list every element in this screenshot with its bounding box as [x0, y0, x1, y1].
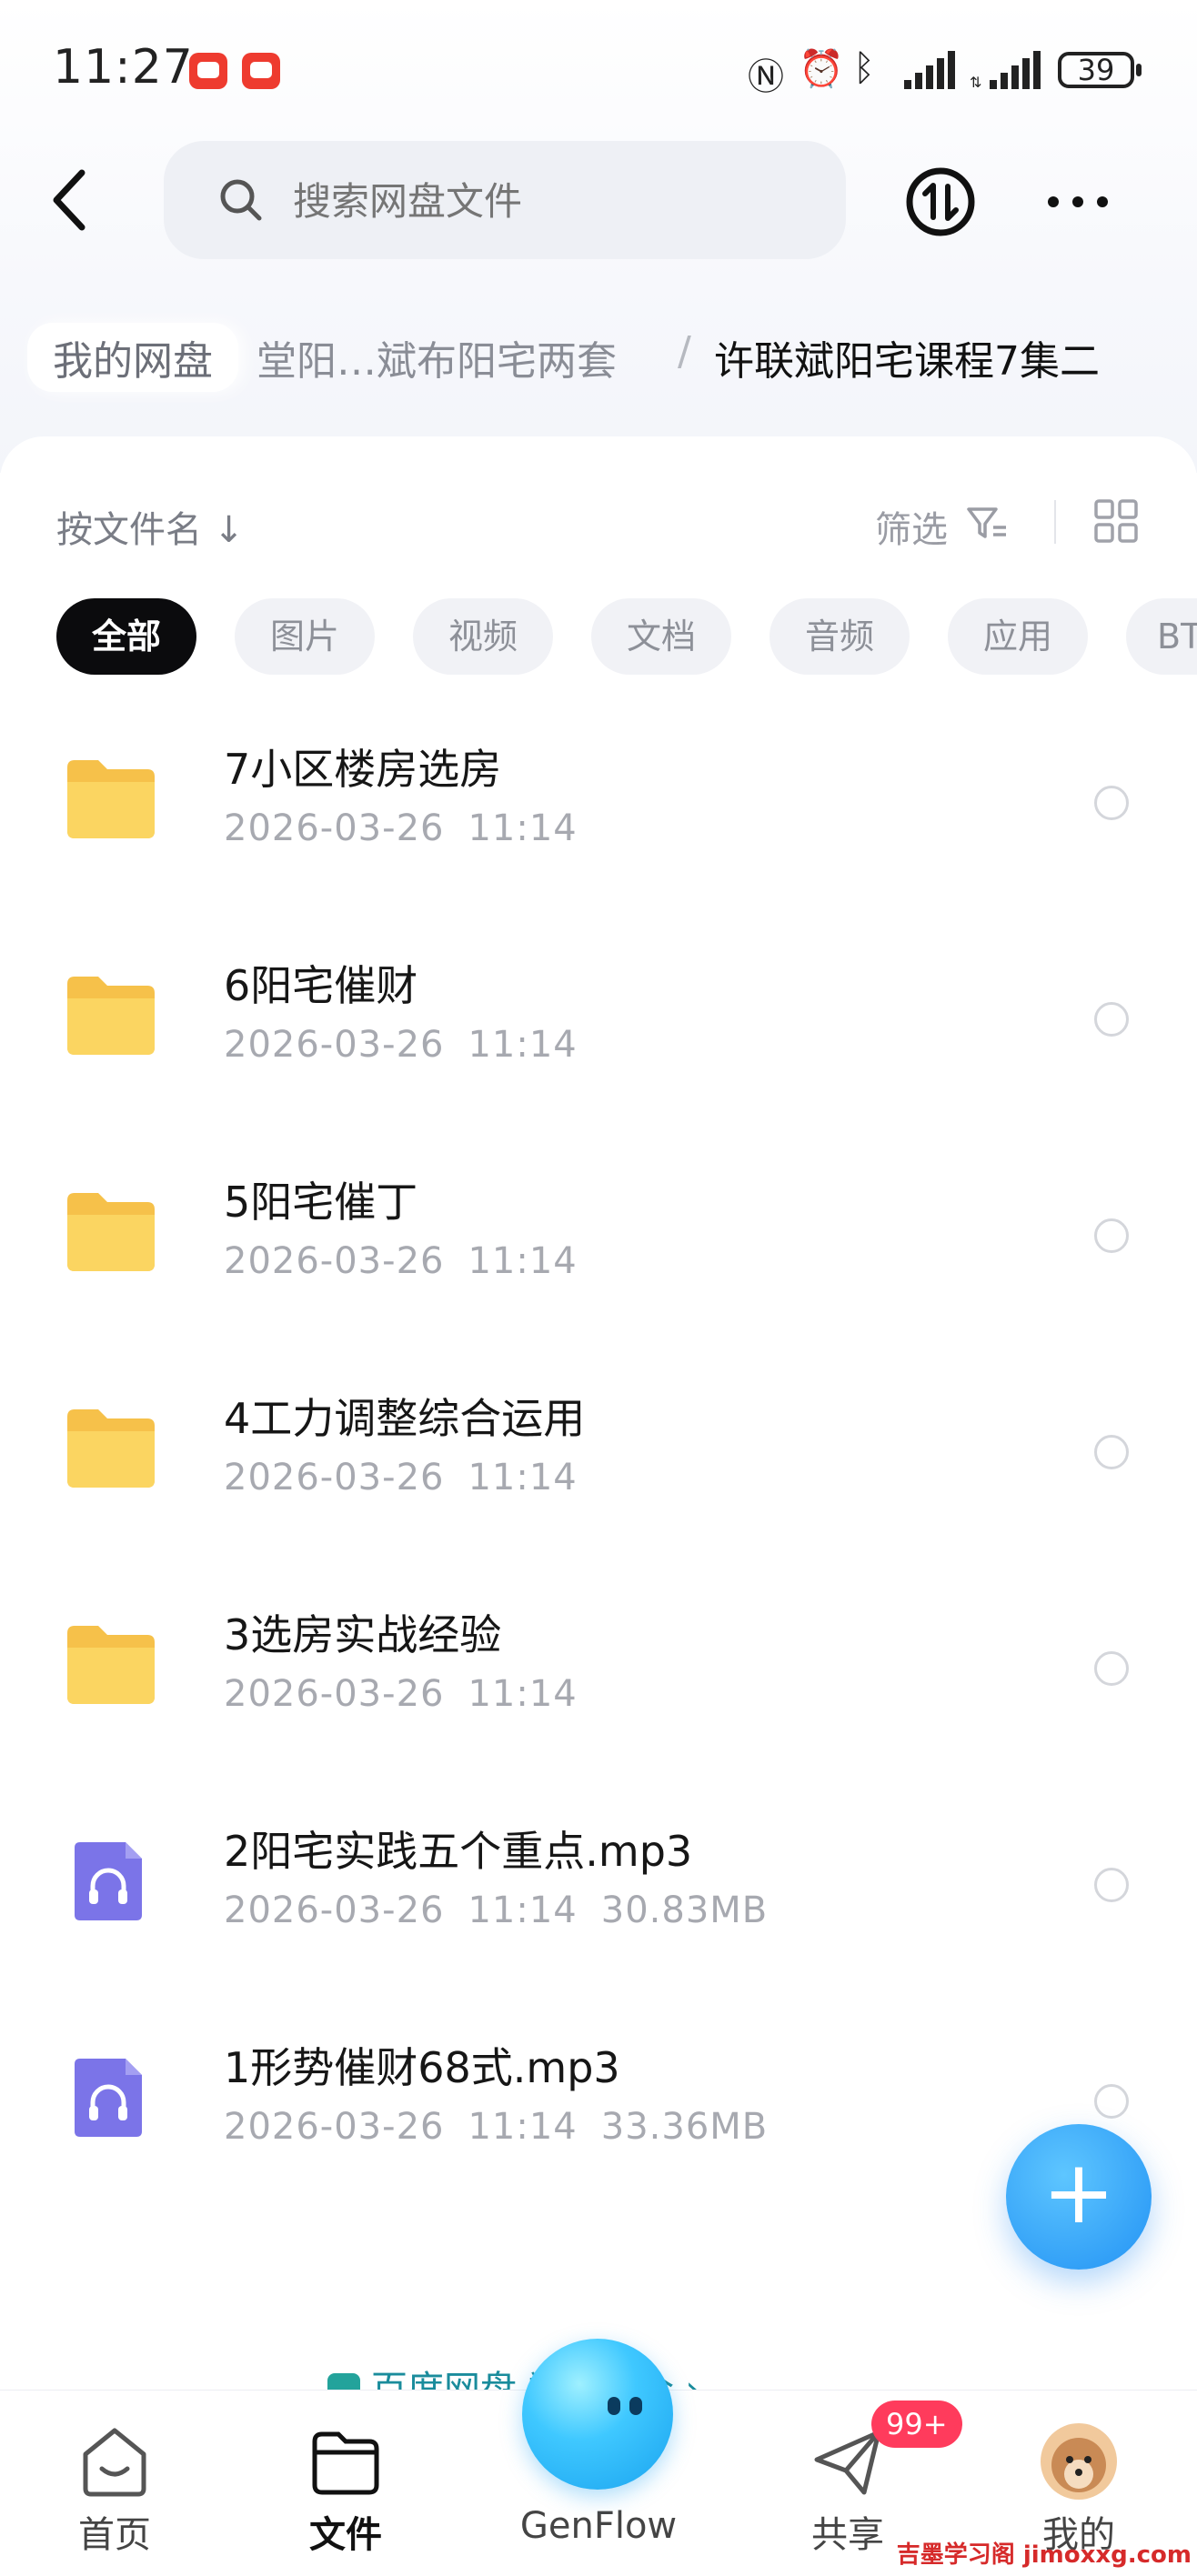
- chip-images[interactable]: 图片: [235, 598, 375, 675]
- tab-files-label: 文件: [309, 2514, 382, 2556]
- folder-icon: [64, 971, 158, 1058]
- folder-icon: [64, 1620, 158, 1708]
- bluetooth-icon: ᛒ: [853, 47, 875, 89]
- file-meta: 2026-03-26 11:14: [224, 807, 625, 849]
- file-size: 30.83MB: [600, 1889, 769, 1931]
- toolbar-divider: [1054, 500, 1056, 544]
- breadcrumb-parent[interactable]: 堂阳…斌布阳宅两套: [256, 328, 617, 386]
- file-time: 11:14: [468, 1457, 578, 1498]
- chip-videos[interactable]: 视频: [413, 598, 553, 675]
- alarm-icon: ⏰: [799, 48, 844, 90]
- add-fab-button[interactable]: +: [1006, 2124, 1152, 2270]
- genflow-eye: [629, 2397, 642, 2415]
- audio-file-icon: [64, 1837, 158, 1924]
- select-checkbox[interactable]: [1094, 1435, 1129, 1469]
- status-bar: 11:27 Ⓝ ⏰ ᛒ ⇅ 39: [0, 0, 1197, 136]
- sort-button[interactable]: 按文件名 ↓: [56, 500, 244, 553]
- status-time: 11:27: [53, 40, 194, 95]
- file-time: 11:14: [468, 807, 578, 849]
- folder-row[interactable]: 3选房实战经验 2026-03-26 11:14: [0, 1575, 1197, 1791]
- folder-icon: [64, 1188, 158, 1275]
- folder-tab-icon: [312, 2431, 379, 2495]
- chip-audio[interactable]: 音频: [770, 598, 910, 675]
- chip-all[interactable]: 全部: [56, 598, 196, 675]
- select-checkbox[interactable]: [1094, 1868, 1129, 1902]
- file-time: 11:14: [468, 1673, 578, 1715]
- select-checkbox[interactable]: [1094, 1218, 1129, 1253]
- genflow-orb-icon[interactable]: [522, 2339, 673, 2490]
- tab-home-label: 首页: [78, 2514, 151, 2556]
- file-time: 11:14: [468, 1240, 578, 1282]
- breadcrumb-root[interactable]: 我的网盘: [27, 323, 238, 392]
- folder-row[interactable]: 6阳宅催财 2026-03-26 11:14: [0, 926, 1197, 1142]
- avatar: [1041, 2423, 1117, 2500]
- breadcrumb-current: 许联斌阳宅课程7集二: [714, 338, 1100, 385]
- select-checkbox[interactable]: [1094, 2084, 1129, 2119]
- signal-icon: [904, 51, 955, 89]
- file-date: 2026-03-26: [224, 1240, 445, 1282]
- file-name: 7小区楼房选房: [224, 745, 502, 794]
- folder-icon: [64, 755, 158, 842]
- home-icon: [83, 2428, 146, 2497]
- file-date: 2026-03-26: [224, 1889, 445, 1931]
- file-name: 6阳宅催财: [224, 961, 418, 1010]
- file-size: 33.36MB: [600, 2106, 769, 2148]
- signal-icon-2: ⇅: [970, 51, 1041, 91]
- nfc-icon: Ⓝ: [748, 56, 784, 98]
- file-name: 4工力调整综合运用: [224, 1394, 586, 1443]
- watermark-text: 吉墨学习阁 jimoxxg.com: [896, 2541, 1192, 2569]
- share-badge: 99+: [871, 2401, 962, 2448]
- file-date: 2026-03-26: [224, 2106, 445, 2148]
- search-input[interactable]: [291, 170, 804, 232]
- file-time: 11:14: [468, 2106, 578, 2148]
- folder-icon: [64, 1404, 158, 1491]
- genflow-eye: [608, 2397, 620, 2415]
- file-row[interactable]: 2阳宅实践五个重点.mp3 2026-03-26 11:14 30.83MB: [0, 1791, 1197, 2008]
- select-checkbox[interactable]: [1094, 1002, 1129, 1037]
- svg-text:⇅: ⇅: [970, 74, 981, 91]
- notification-icon: [242, 53, 280, 89]
- breadcrumb: 堂阳…斌布阳宅两套 我的网盘 / 许联斌阳宅课程7集二: [0, 323, 1197, 396]
- file-time: 11:14: [468, 1889, 578, 1931]
- search-icon: [220, 179, 262, 221]
- more-options-icon[interactable]: [1044, 182, 1112, 222]
- file-date: 2026-03-26: [224, 1673, 445, 1715]
- chip-documents[interactable]: 文档: [591, 598, 731, 675]
- file-name: 3选房实战经验: [224, 1610, 502, 1659]
- tab-genflow-label: GenFlow: [519, 2505, 678, 2547]
- chip-apps[interactable]: 应用: [948, 598, 1088, 675]
- grid-view-icon[interactable]: [1093, 498, 1139, 544]
- notification-icon: [189, 53, 227, 89]
- filter-icon[interactable]: [966, 506, 1008, 542]
- audio-file-icon: [64, 2053, 158, 2140]
- file-meta: 2026-03-26 11:14: [224, 1024, 625, 1066]
- file-meta: 2026-03-26 11:14 30.83MB: [224, 1889, 791, 1931]
- search-bar[interactable]: [164, 141, 846, 259]
- filter-button[interactable]: 筛选: [875, 500, 948, 553]
- chip-bt[interactable]: BT: [1126, 598, 1197, 675]
- file-name: 1形势催财68式.mp3: [224, 2043, 620, 2092]
- tab-home[interactable]: 首页: [24, 2391, 206, 2576]
- category-chips: 全部 图片 视频 文档 音频 应用 BT: [56, 598, 1197, 677]
- folder-row[interactable]: 4工力调整综合运用 2026-03-26 11:14: [0, 1358, 1197, 1575]
- file-time: 11:14: [468, 1024, 578, 1066]
- file-name: 2阳宅实践五个重点.mp3: [224, 1827, 693, 1876]
- file-date: 2026-03-26: [224, 807, 445, 849]
- battery-indicator: 39: [1058, 52, 1142, 88]
- folder-row[interactable]: 7小区楼房选房 2026-03-26 11:14: [0, 709, 1197, 926]
- tab-files[interactable]: 文件: [255, 2391, 437, 2576]
- transfer-list-icon[interactable]: [905, 166, 976, 237]
- select-checkbox[interactable]: [1094, 786, 1129, 820]
- file-meta: 2026-03-26 11:14: [224, 1240, 625, 1282]
- file-date: 2026-03-26: [224, 1024, 445, 1066]
- file-meta: 2026-03-26 11:14: [224, 1673, 625, 1715]
- file-date: 2026-03-26: [224, 1457, 445, 1498]
- folder-row[interactable]: 5阳宅催丁 2026-03-26 11:14: [0, 1142, 1197, 1358]
- file-meta: 2026-03-26 11:14: [224, 1457, 625, 1498]
- back-arrow-icon[interactable]: [44, 164, 98, 236]
- file-meta: 2026-03-26 11:14 33.36MB: [224, 2106, 791, 2148]
- file-name: 5阳宅催丁: [224, 1178, 418, 1227]
- breadcrumb-separator: /: [678, 328, 691, 375]
- select-checkbox[interactable]: [1094, 1651, 1129, 1686]
